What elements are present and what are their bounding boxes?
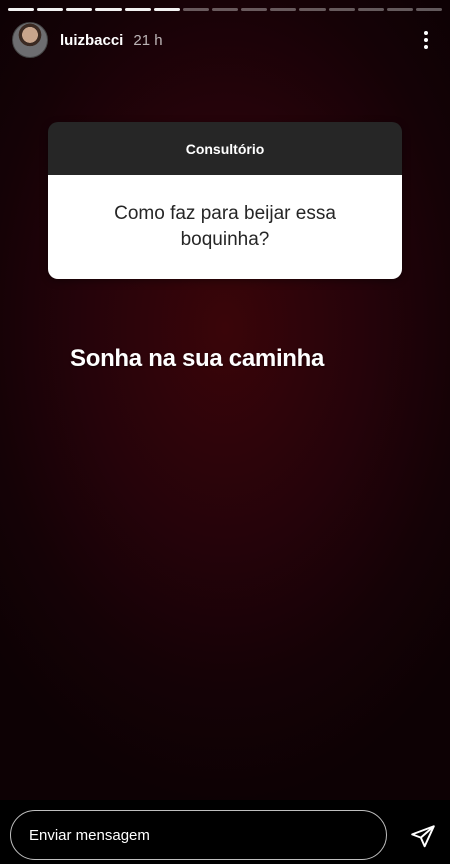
avatar[interactable] [12,22,48,58]
progress-segment [270,8,297,11]
progress-segment [299,8,326,11]
progress-segment [95,8,122,11]
progress-segment [66,8,93,11]
story-header: luizbacci 21 h [12,20,438,60]
username[interactable]: luizbacci [60,32,123,49]
progress-segment [153,8,180,11]
progress-segment [124,8,151,11]
progress-segment [8,8,35,11]
question-sticker: Consultório Como faz para beijar essa bo… [48,122,402,279]
story-progress-bar [8,8,443,11]
progress-segment [415,8,443,11]
post-time: 21 h [133,31,163,49]
message-input[interactable] [10,810,387,860]
progress-segment [211,8,239,11]
progress-segment [37,8,64,11]
progress-segment [328,8,355,11]
question-sticker-text: Como faz para beijar essa boquinha? [48,175,402,279]
send-icon[interactable] [408,821,438,851]
story-viewer[interactable]: luizbacci 21 h Consultório Como faz para… [0,0,450,864]
answer-text: Sonha na sua caminha [70,345,325,372]
progress-segment [182,8,209,11]
question-sticker-title: Consultório [48,122,402,175]
more-options-icon[interactable] [414,23,438,57]
progress-segment [357,8,384,11]
progress-segment [241,8,268,11]
progress-segment [386,8,413,11]
